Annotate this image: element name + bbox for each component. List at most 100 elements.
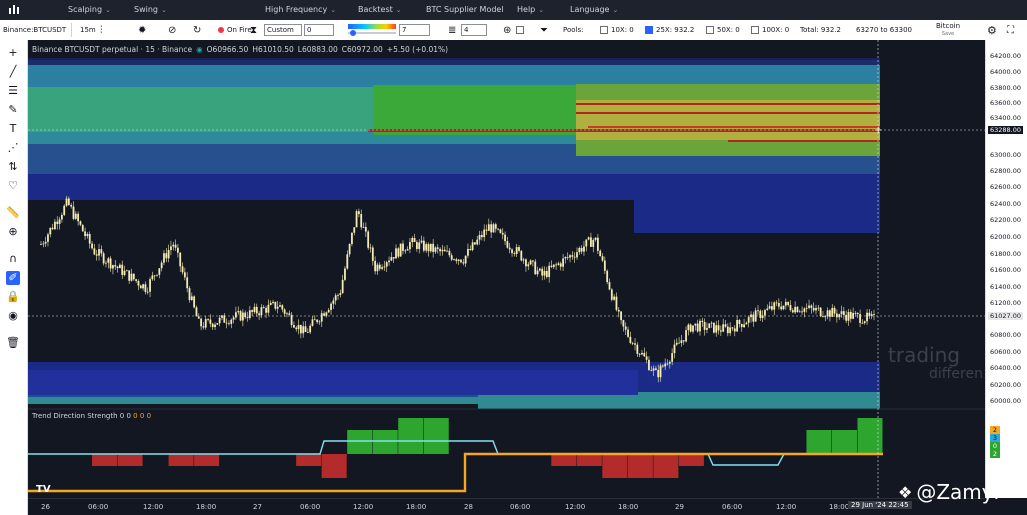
candle-body (805, 307, 808, 309)
candle-body (631, 342, 634, 344)
brush-icon[interactable]: ✎ (6, 103, 20, 117)
menu-backtest[interactable]: Backtest ⌄ (358, 5, 402, 14)
candle-body (65, 198, 68, 206)
candle-body (156, 274, 158, 276)
hide-button[interactable]: ⊘ (168, 20, 176, 40)
ruler-icon[interactable]: 📏 (6, 206, 20, 220)
refresh-button[interactable]: ↻ (193, 20, 201, 40)
candle-body (831, 307, 834, 317)
pattern-icon[interactable]: ⋰ (6, 141, 20, 155)
candle-body (51, 227, 54, 230)
hourglass-button[interactable]: ⧗ (250, 20, 257, 40)
candle-body (859, 314, 861, 323)
candle-body (659, 365, 662, 378)
candle-body (116, 266, 119, 269)
price-tick: 61200.00 (990, 299, 1022, 307)
time-axis[interactable]: 26 06:00 12:00 18:00 27 06:00 12:00 18:0… (28, 498, 985, 515)
candle-body (49, 227, 52, 235)
menu-label: High Frequency (265, 5, 328, 14)
candle-body (348, 243, 351, 255)
candle-body (590, 237, 592, 247)
candle-body (513, 253, 516, 254)
pools-label: Pools: (563, 20, 584, 40)
palette-button[interactable]: ⊛ (503, 20, 511, 40)
indicator-value: 0 (126, 412, 131, 420)
candle-body (105, 262, 107, 264)
text-icon[interactable]: T (6, 122, 20, 136)
trendline-icon[interactable]: ╱ (6, 65, 20, 79)
gradient-slider[interactable] (348, 20, 396, 40)
menu-high-frequency[interactable]: High Frequency ⌄ (265, 5, 336, 14)
menu-language[interactable]: Language ⌄ (570, 5, 618, 14)
fullscreen-button[interactable]: ⛶ (1007, 20, 1014, 40)
chart-pane[interactable]: + (28, 40, 985, 498)
gear-button[interactable]: ✹ (138, 20, 146, 40)
lock-icon[interactable]: 🔒 (6, 290, 20, 304)
heart-icon[interactable]: ♡ (6, 179, 20, 193)
time-tick: 06:00 (88, 503, 109, 511)
custom-input[interactable]: 0 (304, 20, 334, 40)
checkbox-extra[interactable] (516, 20, 524, 40)
menu-btc-supplier-model[interactable]: BTC Supplier Model (426, 5, 504, 14)
menu-help[interactable]: Help ⌄ (517, 5, 544, 14)
candle-body (54, 221, 56, 230)
pool-50x-checkbox[interactable]: 50X: 0 (706, 20, 740, 40)
candle-body (172, 244, 175, 247)
candle-body (798, 311, 801, 313)
pool-25x-checkbox[interactable]: 25X: 932.2 (645, 20, 694, 40)
trash-icon[interactable]: 🗑 (6, 336, 20, 350)
candle-body (60, 215, 63, 220)
histogram-bar-positive (372, 430, 398, 454)
gradient-input[interactable]: 7 (399, 20, 430, 40)
custom-select[interactable]: Custom (264, 20, 302, 40)
price-tick: 62000.00 (990, 233, 1022, 241)
histogram-bar-negative (117, 454, 143, 466)
candle-body (722, 324, 725, 332)
candle-body (77, 213, 80, 222)
tradingview-logo-icon: TV (36, 484, 51, 495)
watermark-text: trading (888, 343, 960, 367)
crosshair-icon[interactable]: + (6, 46, 20, 60)
checkbox (751, 26, 759, 34)
time-tick: 18:00 (618, 503, 639, 511)
magnet-icon[interactable]: ∩ (6, 252, 20, 266)
candle-body (244, 312, 247, 318)
pool-100x-checkbox[interactable]: 100X: 0 (751, 20, 789, 40)
candle-body (411, 237, 414, 243)
settings-button[interactable]: ⚙ (987, 20, 997, 40)
range-text: 63270 to 63300 (856, 26, 913, 34)
fib-icon[interactable]: ☰ (6, 84, 20, 98)
candle-body (388, 260, 390, 263)
price-axis[interactable]: 64200.00 64000.00 63800.00 63600.00 6340… (985, 40, 1027, 498)
menu-scalping[interactable]: Scalping ⌄ (68, 5, 111, 14)
coin-selector[interactable]: Bitcoin Save (936, 20, 960, 40)
pool-100x-label: 100X: 0 (762, 26, 790, 34)
app-logo-icon[interactable] (0, 0, 28, 20)
price-tick: 60800.00 (990, 331, 1022, 339)
forecast-icon[interactable]: ⇅ (6, 160, 20, 174)
interval-selector[interactable]: 15m (80, 20, 96, 40)
bars-style-button[interactable]: ⫶ (100, 20, 103, 40)
candle-body (791, 310, 794, 313)
candle-body (214, 324, 216, 328)
symbol-selector[interactable]: Binance:BTCUSDT (3, 20, 66, 40)
zoom-icon[interactable]: ⊕ (6, 225, 20, 239)
histogram-bar-positive (347, 430, 373, 454)
eye-icon[interactable]: ◉ (6, 309, 20, 323)
eye-icon[interactable]: ◉ (196, 45, 203, 54)
candle-body (151, 275, 154, 280)
pool-10x-checkbox[interactable]: 10X: 0 (600, 20, 634, 40)
lock-drawing-icon[interactable]: ✐ (6, 271, 20, 285)
layers-input[interactable]: 4 (461, 20, 487, 40)
chart-canvas[interactable]: + (28, 40, 985, 498)
price-tick: 62800.00 (990, 167, 1022, 175)
price-tick: 62600.00 (990, 183, 1022, 191)
checkbox-checked (645, 26, 653, 34)
menu-swing[interactable]: Swing ⌄ (134, 5, 167, 14)
candle-body (409, 242, 411, 250)
filter-button[interactable]: ⏷ (540, 20, 548, 40)
candle-body (469, 248, 472, 250)
on-fire-toggle[interactable]: On Fire (218, 20, 252, 40)
layers-button[interactable]: ≣ (448, 20, 456, 40)
candle-body (706, 328, 708, 330)
